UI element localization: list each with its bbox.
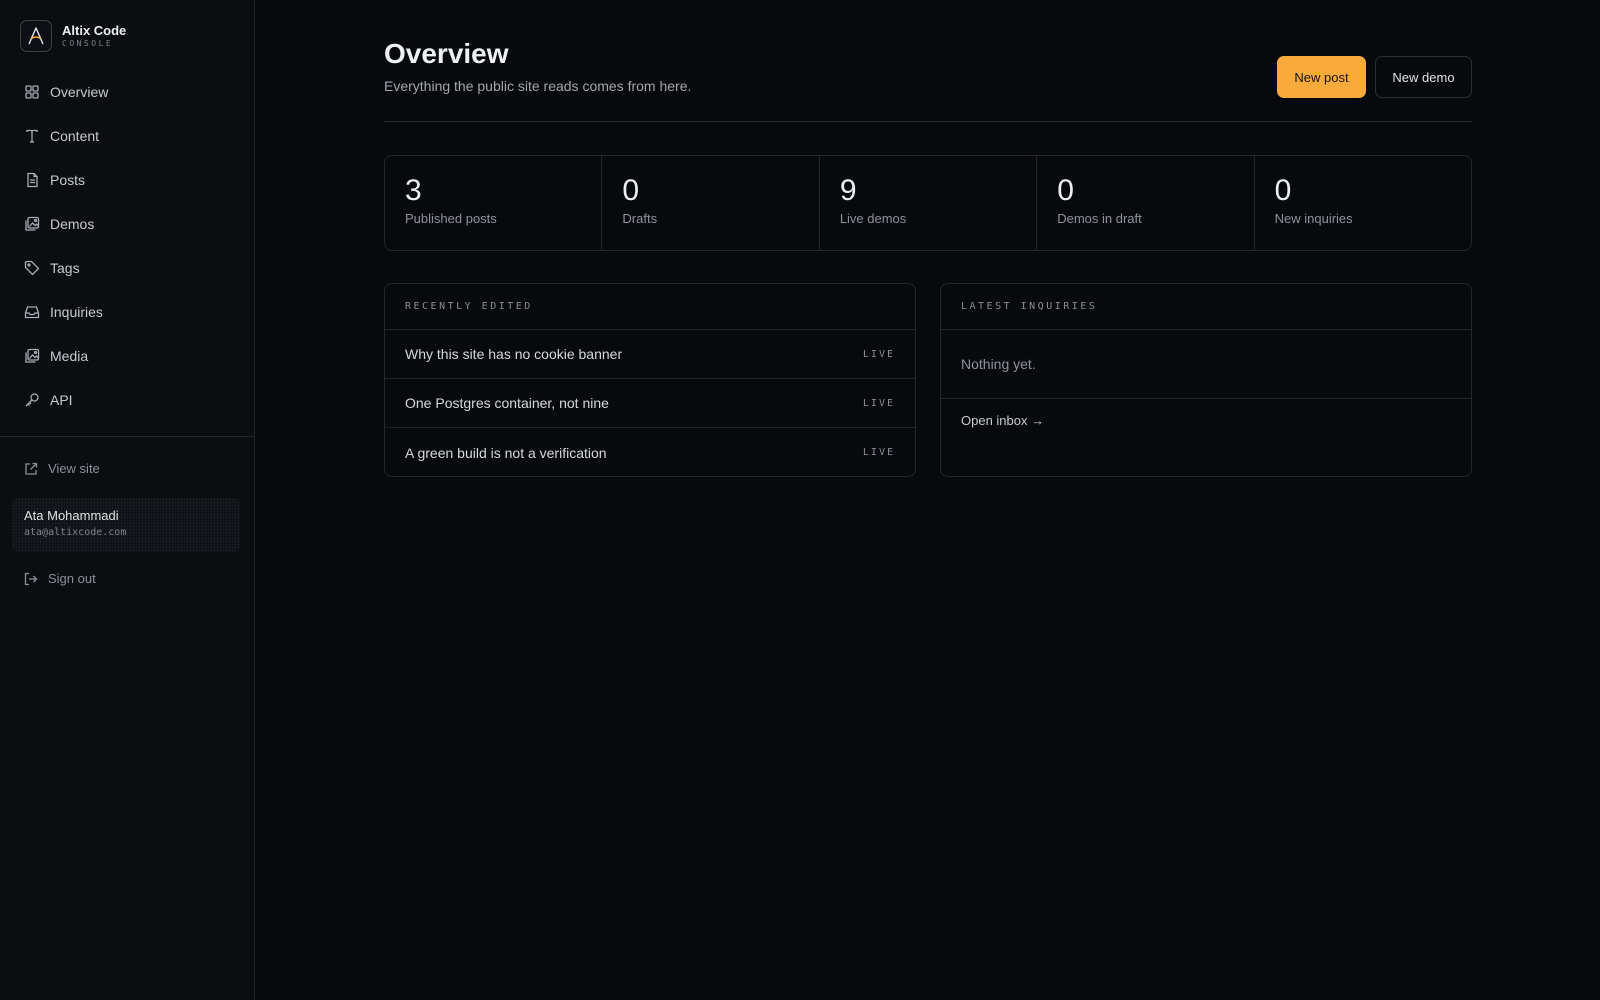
stat-value: 0 — [1274, 174, 1292, 207]
stat-label: Drafts — [622, 211, 658, 226]
post-title: One Postgres container, not nine — [405, 395, 609, 411]
latest-inquiries-panel: LATEST INQUIRIES Nothing yet. Open inbox… — [940, 283, 1472, 477]
external-link-icon — [25, 462, 38, 475]
stat-published-posts: 3 Published posts — [385, 156, 603, 250]
sidebar-item-inquiries[interactable]: Inquiries — [0, 290, 255, 334]
page-subtitle: Everything the public site reads comes f… — [384, 78, 692, 94]
document-icon — [24, 172, 40, 188]
status-badge: LIVE — [862, 447, 895, 458]
empty-state: Nothing yet. — [941, 330, 1471, 399]
text-icon — [24, 128, 40, 144]
sidebar-item-api[interactable]: API — [0, 378, 255, 422]
sidebar-item-demos[interactable]: Demos — [0, 202, 255, 246]
stat-drafts: 0 Drafts — [602, 156, 820, 250]
sidebar-item-tags[interactable]: Tags — [0, 246, 255, 290]
grid-icon — [24, 84, 40, 100]
open-inbox-link[interactable]: Open inbox → — [941, 399, 1471, 442]
list-item[interactable]: One Postgres container, not nine LIVE — [385, 379, 915, 428]
sidebar-item-label: API — [50, 392, 73, 408]
sidebar-item-label: Overview — [50, 84, 109, 100]
sidebar-item-posts[interactable]: Posts — [0, 158, 255, 202]
sidebar-item-label: Media — [50, 348, 89, 364]
new-post-button[interactable]: New post — [1277, 56, 1366, 98]
sidebar-item-label: Posts — [50, 172, 86, 188]
images-icon — [24, 348, 40, 364]
post-title: A green build is not a verification — [405, 444, 607, 461]
status-badge: LIVE — [862, 397, 895, 409]
brand-name: Altix Code — [62, 23, 127, 38]
stat-new-inquiries: 0 New inquiries — [1255, 156, 1471, 250]
images-icon — [24, 216, 40, 232]
sidebar-item-overview[interactable]: Overview — [0, 70, 255, 114]
sidebar-item-label: Inquiries — [50, 304, 103, 320]
altix-logo-icon — [20, 20, 52, 52]
panel-heading: RECENTLY EDITED — [385, 284, 915, 330]
sign-out-button[interactable]: Sign out — [24, 571, 96, 586]
view-site-link[interactable]: View site — [24, 461, 100, 476]
sidebar-item-label: Tags — [50, 260, 80, 276]
stat-value: 3 — [405, 174, 422, 207]
stat-label: Live demos — [839, 211, 907, 226]
recently-edited-panel: RECENTLY EDITED Why this site has no coo… — [384, 283, 916, 477]
sidebar-divider — [0, 436, 255, 437]
page-title: Overview — [384, 38, 509, 69]
stat-label: New inquiries — [1274, 211, 1353, 226]
sidebar-item-label: Demos — [50, 216, 95, 232]
header-divider — [384, 121, 1472, 122]
inbox-icon — [24, 304, 40, 320]
stat-live-demos: 9 Live demos — [820, 156, 1038, 250]
sign-out-icon — [24, 572, 38, 585]
sign-out-label: Sign out — [48, 571, 96, 586]
stat-demos-in-draft: 0 Demos in draft — [1037, 156, 1255, 250]
view-site-label: View site — [48, 461, 100, 476]
sidebar-item-content[interactable]: Content — [0, 114, 255, 158]
key-icon — [24, 392, 40, 408]
list-item[interactable]: A green build is not a verification LIVE — [385, 428, 915, 476]
user-name: Ata Mohammadi — [24, 508, 119, 523]
user-email: ata@altixcode.com — [24, 527, 127, 538]
stat-value: 0 — [1057, 174, 1074, 207]
user-card[interactable]: Ata Mohammadi ata@altixcode.com — [12, 498, 240, 552]
status-badge: LIVE — [862, 348, 895, 360]
list-item[interactable]: Why this site has no cookie banner LIVE — [385, 330, 915, 379]
brand[interactable]: Altix Code CONSOLE — [20, 20, 126, 52]
new-demo-button[interactable]: New demo — [1375, 56, 1472, 98]
panel-heading: LATEST INQUIRIES — [941, 284, 1471, 330]
stat-value: 9 — [839, 174, 857, 207]
sidebar-item-media[interactable]: Media — [0, 334, 255, 378]
sidebar-nav: Overview Content Posts Demos Tags Inquir… — [0, 70, 255, 422]
brand-subtitle: CONSOLE — [62, 39, 114, 48]
stat-label: Demos in draft — [1057, 211, 1142, 226]
stats-bar: 3 Published posts 0 Drafts 9 Live demos … — [384, 155, 1472, 251]
sidebar-item-label: Content — [50, 128, 100, 144]
stat-label: Published posts — [405, 211, 497, 226]
tag-icon — [24, 260, 40, 276]
sidebar: Altix Code CONSOLE Overview Content Post… — [0, 0, 255, 1000]
post-title: Why this site has no cookie banner — [405, 346, 623, 362]
stat-value: 0 — [622, 174, 640, 207]
